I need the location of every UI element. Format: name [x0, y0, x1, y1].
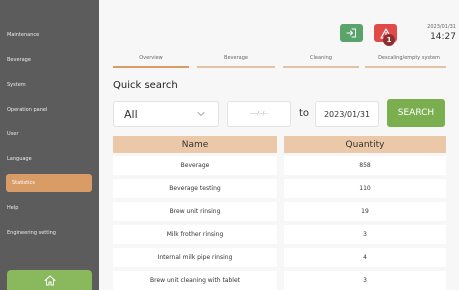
search-button[interactable]: SEARCH [387, 99, 445, 127]
table-cell-quantity: 19 [284, 202, 446, 221]
table-cell-quantity: 858 [284, 156, 446, 175]
date-to-field[interactable]: 2023/01/31 [315, 101, 379, 127]
sidebar-item-label: System [7, 82, 26, 88]
sidebar-item-beverage[interactable]: Beverage [0, 51, 99, 69]
tab-cleaning[interactable]: Cleaning [283, 55, 359, 61]
sidebar-item-label: User [7, 131, 19, 137]
table-cell-quantity: 4 [284, 248, 446, 267]
table-header-name: Name [113, 136, 277, 153]
table-row: Beverage 858 [99, 156, 459, 175]
tab-indicator [365, 66, 446, 68]
tab-indicator [283, 66, 359, 68]
table-row: Brew unit rinsing 19 [99, 202, 459, 221]
home-button[interactable] [7, 270, 92, 290]
filter-select[interactable]: All [113, 101, 219, 127]
tab-overview[interactable]: Overview [113, 55, 189, 61]
current-time: 14:27 [430, 32, 456, 42]
table-row: Milk frother rinsing 3 [99, 225, 459, 244]
table-cell-name: Brew unit rinsing [113, 202, 277, 221]
table-cell-quantity: 3 [284, 271, 446, 290]
table-cell-name: Internal milk pipe rinsing [113, 248, 277, 267]
sidebar-item-language[interactable]: Language [0, 150, 99, 168]
table-cell-name: Beverage [113, 156, 277, 175]
sidebar-item-engineering-setting[interactable]: Engineering setting [0, 224, 99, 242]
logout-button[interactable] [340, 24, 363, 42]
main-panel: 1 2023/01/31 14:27 Overview Beverage Cle… [99, 0, 459, 290]
sidebar: Maintenance Beverage System Operation pa… [0, 0, 99, 290]
table-cell-name: Beverage testing [113, 179, 277, 198]
logout-icon [346, 28, 356, 38]
table-cell-name: Brew unit cleaning with tablet [113, 271, 277, 290]
sidebar-item-label: Help [7, 205, 19, 211]
filter-select-value: All [124, 107, 138, 121]
quick-search-title: Quick search [113, 80, 178, 91]
table-row: Beverage testing 110 [99, 179, 459, 198]
table-header-quantity: Quantity [284, 136, 446, 153]
date-from-field[interactable]: ----/--/-- [227, 101, 291, 127]
sidebar-item-user[interactable]: User [0, 125, 99, 143]
sidebar-item-operation-panel[interactable]: Operation panel [0, 101, 99, 119]
tab-beverage[interactable]: Beverage [197, 55, 275, 61]
table-cell-name: Milk frother rinsing [113, 225, 277, 244]
table-cell-quantity: 3 [284, 225, 446, 244]
table-row: Brew unit cleaning with tablet 3 [99, 271, 459, 290]
tab-indicator-active [113, 66, 189, 68]
alarm-count-badge: 1 [383, 34, 395, 46]
sidebar-item-label: Statistics [12, 180, 35, 186]
chevron-down-icon [197, 112, 205, 116]
sidebar-item-label: Maintenance [7, 32, 40, 38]
sidebar-item-label: Beverage [7, 57, 31, 63]
sidebar-item-label: Operation panel [7, 107, 48, 113]
current-date: 2023/01/31 [427, 24, 456, 30]
sidebar-item-help[interactable]: Help [0, 199, 99, 217]
sidebar-item-statistics[interactable]: Statistics [6, 174, 92, 192]
to-label: to [299, 108, 310, 119]
sidebar-item-maintenance[interactable]: Maintenance [0, 26, 99, 44]
sidebar-item-system[interactable]: System [0, 76, 99, 94]
table-row: Internal milk pipe rinsing 4 [99, 248, 459, 267]
table-cell-quantity: 110 [284, 179, 446, 198]
tab-descaling-empty-system[interactable]: Descaling/empty system [365, 55, 453, 61]
tab-indicator [197, 66, 275, 68]
home-icon [44, 275, 55, 285]
sidebar-item-label: Language [7, 156, 32, 162]
sidebar-item-label: Engineering setting [7, 230, 56, 236]
